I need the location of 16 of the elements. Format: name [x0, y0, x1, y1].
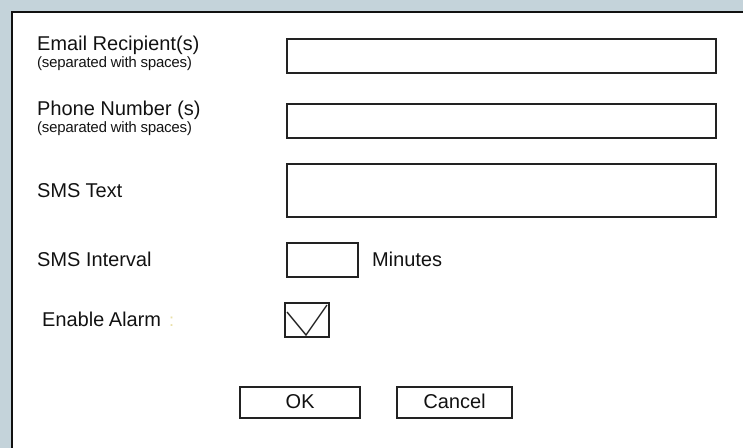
- field-label: SMS Interval: [37, 249, 152, 271]
- field-label: Enable Alarm: [42, 309, 161, 331]
- input-field[interactable]: [286, 38, 717, 74]
- field-label: Phone Number (s): [37, 98, 202, 120]
- unit-label: Minutes: [372, 248, 442, 272]
- separator: :: [168, 310, 174, 330]
- dialog-button[interactable]: Cancel: [396, 386, 513, 419]
- field-hint: (separated with spaces): [37, 55, 192, 71]
- field-hint: (separated with spaces): [37, 120, 192, 136]
- text-area[interactable]: [286, 163, 717, 218]
- field-label: SMS Text: [37, 180, 124, 202]
- input-field[interactable]: [286, 242, 359, 278]
- dialog-button[interactable]: OK: [239, 386, 361, 419]
- input-field[interactable]: [286, 103, 717, 139]
- field-label: Email Recipient(s): [37, 33, 200, 55]
- checkbox[interactable]: [284, 302, 330, 338]
